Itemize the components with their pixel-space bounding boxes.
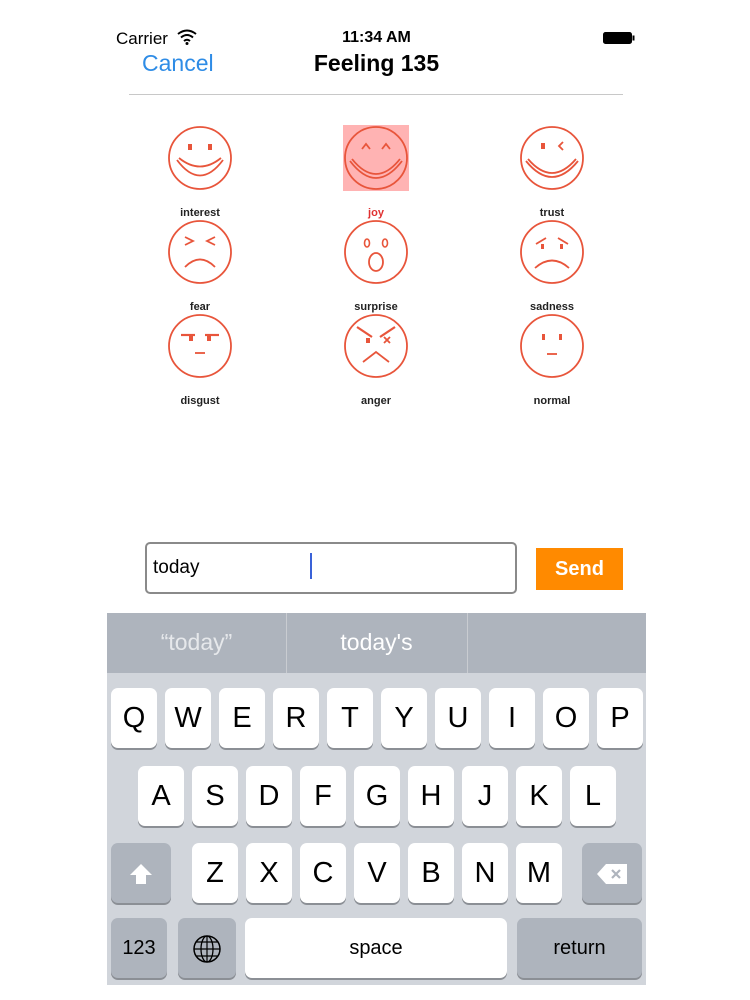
nav-divider [129, 94, 623, 95]
send-button[interactable]: Send [536, 548, 623, 590]
predictive-bar: “today” today's [107, 613, 646, 673]
emotion-label: joy [368, 207, 384, 219]
key-f[interactable]: F [300, 766, 346, 826]
key-m[interactable]: M [516, 843, 562, 903]
joy-face-icon [343, 125, 409, 191]
fear-face-icon [167, 219, 233, 285]
navigation-bar: Cancel Feeling 135 [107, 48, 646, 92]
anger-face-icon [343, 313, 409, 379]
key-g[interactable]: G [354, 766, 400, 826]
prediction-2[interactable]: today's [287, 613, 466, 673]
key-n[interactable]: N [462, 843, 508, 903]
key-c[interactable]: C [300, 843, 346, 903]
clock-time: 11:34 AM [342, 29, 411, 46]
key-x[interactable]: X [246, 843, 292, 903]
emotion-joy[interactable]: joy [316, 125, 436, 219]
normal-face-icon [519, 313, 585, 379]
emotion-surprise[interactable]: surprise [316, 219, 436, 313]
key-k[interactable]: K [516, 766, 562, 826]
sadness-face-icon [519, 219, 585, 285]
prediction-3[interactable] [468, 613, 646, 673]
interest-face-icon [167, 125, 233, 191]
key-v[interactable]: V [354, 843, 400, 903]
emotion-normal[interactable]: normal [492, 313, 612, 407]
shift-icon [130, 864, 152, 885]
key-j[interactable]: J [462, 766, 508, 826]
key-h[interactable]: H [408, 766, 454, 826]
key-u[interactable]: U [435, 688, 481, 748]
emotion-label: surprise [354, 301, 398, 313]
text-cursor [310, 553, 312, 579]
shift-key[interactable] [111, 843, 171, 903]
key-q[interactable]: Q [111, 688, 157, 748]
key-l[interactable]: L [570, 766, 616, 826]
key-w[interactable]: W [165, 688, 211, 748]
emotion-label: normal [533, 395, 571, 407]
emotion-label: sadness [529, 301, 575, 313]
message-input[interactable] [145, 542, 517, 594]
prediction-1[interactable]: “today” [107, 613, 286, 673]
trust-face-icon [519, 125, 585, 191]
numbers-key[interactable]: 123 [111, 918, 167, 978]
key-e[interactable]: E [219, 688, 265, 748]
emotion-label: trust [539, 207, 565, 219]
key-i[interactable]: I [489, 688, 535, 748]
backspace-icon [597, 864, 627, 885]
keyboard: “today” today's QWERTYUIOP ASDFGHJKL ZXCVB… [107, 613, 646, 985]
key-r[interactable]: R [273, 688, 319, 748]
key-y[interactable]: Y [381, 688, 427, 748]
emotion-label: anger [361, 395, 391, 407]
emotion-label: fear [189, 301, 211, 313]
globe-key[interactable] [178, 918, 236, 978]
emotion-interest[interactable]: interest [140, 125, 260, 219]
emotion-disgust[interactable]: disgust [140, 313, 260, 407]
globe-icon [193, 935, 221, 964]
key-z[interactable]: Z [192, 843, 238, 903]
surprise-face-icon [343, 219, 409, 285]
emotion-label: interest [180, 207, 220, 219]
key-b[interactable]: B [408, 843, 454, 903]
key-o[interactable]: O [543, 688, 589, 748]
emotion-trust[interactable]: trust [492, 125, 612, 219]
key-p[interactable]: P [597, 688, 643, 748]
emotion-label: disgust [180, 395, 220, 407]
key-s[interactable]: S [192, 766, 238, 826]
key-a[interactable]: A [138, 766, 184, 826]
backspace-key[interactable] [582, 843, 642, 903]
space-key[interactable]: space [245, 918, 507, 978]
disgust-face-icon [167, 313, 233, 379]
battery-icon [603, 32, 635, 44]
emotion-fear[interactable]: fear [140, 219, 260, 313]
key-d[interactable]: D [246, 766, 292, 826]
page-title: Feeling 135 [313, 50, 440, 76]
key-t[interactable]: T [327, 688, 373, 748]
emotion-anger[interactable]: anger [316, 313, 436, 407]
phone-screen: Carrier 11:34 AM Cancel Feeling 135 inte… [107, 0, 646, 1000]
return-key[interactable]: return [517, 918, 642, 978]
emotion-sadness[interactable]: sadness [492, 219, 612, 313]
